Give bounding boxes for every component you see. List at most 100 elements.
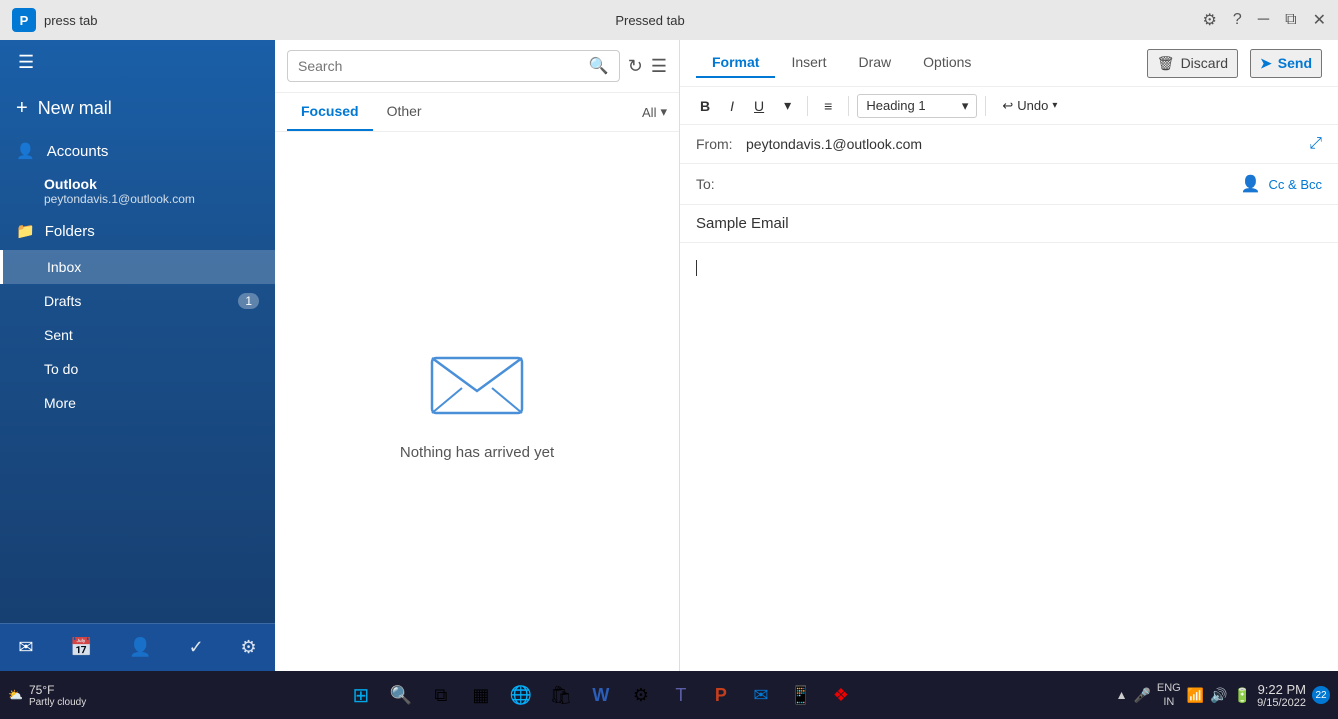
tab-insert[interactable]: Insert: [775, 48, 842, 78]
time-display: 9:22 PM: [1257, 682, 1306, 697]
store-button[interactable]: 🛍: [543, 677, 579, 713]
search-input[interactable]: [298, 58, 589, 74]
title-bar-left: P press tab: [12, 8, 97, 32]
nav-mail-icon[interactable]: ✉: [6, 629, 45, 666]
discard-button[interactable]: 🗑 Discard: [1147, 49, 1238, 78]
close-button[interactable]: ✕: [1313, 10, 1326, 30]
folder-sent[interactable]: Sent: [0, 318, 275, 352]
folder-inbox[interactable]: Inbox: [0, 250, 275, 284]
italic-button[interactable]: I: [722, 94, 742, 118]
nav-calendar-icon[interactable]: 📅: [58, 629, 104, 666]
taskbar-right: ▲ 🎤 ENG IN 📶 🔊 🔋 9:22 PM 9/15/2022 22: [1116, 681, 1330, 710]
taskbar-center: ⊞ 🔍 ⧉ ▦ 🌐 🛍 W ⚙ T P ✉: [343, 677, 859, 713]
title-bar-title: Pressed tab: [615, 13, 684, 28]
search-input-wrap[interactable]: 🔍: [287, 50, 620, 82]
widgets-button[interactable]: ▦: [463, 677, 499, 713]
folder-more[interactable]: More: [0, 386, 275, 420]
compose-panel: Format Insert Draw Options 🗑 Discard ➤ S…: [680, 40, 1338, 671]
widgets-icon: ▦: [472, 685, 489, 706]
undo-button[interactable]: ↩ Undo ▾: [994, 94, 1065, 118]
text-cursor: [696, 260, 697, 276]
to-label: To:: [696, 176, 726, 192]
powerpoint-button[interactable]: P: [703, 677, 739, 713]
text-color-chevron[interactable]: ▾: [776, 93, 799, 118]
folders-section[interactable]: 📁 Folders: [0, 212, 275, 250]
send-button[interactable]: ➤ Send: [1250, 49, 1322, 78]
word-button[interactable]: W: [583, 677, 619, 713]
phone-button[interactable]: 📱: [783, 677, 819, 713]
filter-icon[interactable]: ☰: [651, 56, 667, 77]
align-icon[interactable]: ≡: [816, 94, 840, 118]
tab-other[interactable]: Other: [373, 93, 436, 131]
nav-settings-icon[interactable]: ⚙: [228, 629, 268, 666]
outlook-button[interactable]: ✉: [743, 677, 779, 713]
compose-body-area[interactable]: [680, 243, 1338, 671]
volume-icon[interactable]: 🔊: [1210, 687, 1227, 704]
edge-button[interactable]: 🌐: [503, 677, 539, 713]
battery-icon[interactable]: 🔋: [1234, 687, 1251, 704]
clock-widget[interactable]: 9:22 PM 9/15/2022: [1257, 682, 1306, 709]
taskbar-search-button[interactable]: 🔍: [383, 677, 419, 713]
folder-icon: 📁: [16, 222, 35, 240]
tab-draw[interactable]: Draw: [842, 48, 907, 78]
start-button[interactable]: ⊞: [343, 677, 379, 713]
refresh-icon[interactable]: ↻: [628, 56, 643, 77]
teams-button[interactable]: T: [663, 677, 699, 713]
nav-people-icon[interactable]: 👤: [117, 629, 163, 666]
folders-label: Folders: [45, 223, 95, 240]
all-filter[interactable]: All ▾: [642, 104, 667, 120]
accounts-item[interactable]: 👤 Accounts: [0, 132, 275, 170]
tab-options[interactable]: Options: [907, 48, 987, 78]
app-logo: P: [12, 8, 36, 32]
expand-icon[interactable]: ⤢: [1309, 135, 1322, 153]
hamburger-menu[interactable]: ☰: [12, 48, 40, 77]
subject-value: Sample Email: [696, 215, 789, 232]
store-icon: 🛍: [549, 685, 572, 706]
wifi-icon[interactable]: 📶: [1187, 687, 1204, 704]
new-mail-label: New mail: [38, 98, 112, 119]
tab-format[interactable]: Format: [696, 48, 775, 78]
title-bar-controls: ⚙ ? ─ ⧉ ✕: [1203, 10, 1326, 30]
help-icon[interactable]: ?: [1233, 11, 1242, 29]
notification-badge[interactable]: 22: [1312, 686, 1330, 704]
nav-tasks-icon[interactable]: ✓: [177, 629, 216, 666]
phone-icon: 📱: [790, 685, 812, 706]
red-app-button[interactable]: ❖: [823, 677, 859, 713]
new-mail-button[interactable]: + New mail: [0, 85, 275, 132]
underline-button[interactable]: U: [746, 94, 772, 118]
weather-temp: 75°F: [29, 683, 86, 697]
folder-todo[interactable]: To do: [0, 352, 275, 386]
bold-button[interactable]: B: [692, 94, 718, 118]
inbox-empty-state: Nothing has arrived yet: [275, 132, 679, 671]
from-value: peytondavis.1@outlook.com: [746, 136, 1309, 152]
tab-focused[interactable]: Focused: [287, 93, 373, 131]
restore-button[interactable]: ⧉: [1285, 11, 1296, 29]
toolbar-separator-2: [848, 96, 849, 116]
outlook-icon: ✉: [753, 685, 768, 706]
mic-icon[interactable]: 🎤: [1133, 687, 1150, 704]
inbox-tabs: Focused Other: [287, 93, 436, 131]
task-view-button[interactable]: ⧉: [423, 677, 459, 713]
plus-icon: +: [16, 97, 28, 120]
accounts-label: Accounts: [47, 143, 109, 160]
chevron-up-icon[interactable]: ▲: [1116, 688, 1128, 702]
from-field: From: peytondavis.1@outlook.com ⤢: [680, 125, 1338, 164]
minimize-button[interactable]: ─: [1258, 11, 1269, 29]
search-bar: 🔍 ↻ ☰: [275, 40, 679, 93]
search-action-icons: ↻ ☰: [628, 56, 667, 77]
cc-bcc-button[interactable]: Cc & Bcc: [1269, 177, 1322, 192]
from-label: From:: [696, 136, 746, 152]
folder-drafts[interactable]: Drafts 1: [0, 284, 275, 318]
add-person-icon[interactable]: 👤: [1241, 174, 1261, 194]
heading-dropdown[interactable]: Heading 1 ▾: [857, 94, 977, 118]
empty-message: Nothing has arrived yet: [400, 444, 554, 461]
taskbar-gear-icon: ⚙: [633, 685, 649, 706]
weather-widget[interactable]: ⛅ 75°F Partly cloudy: [8, 683, 86, 708]
compose-body: From: peytondavis.1@outlook.com ⤢ To: 👤 …: [680, 125, 1338, 671]
sidebar: ☰ + New mail 👤 Accounts Outlook peytonda…: [0, 40, 275, 671]
red-app-icon: ❖: [833, 685, 849, 706]
to-input[interactable]: [726, 176, 1241, 192]
taskbar-settings-button[interactable]: ⚙: [623, 677, 659, 713]
settings-icon[interactable]: ⚙: [1203, 10, 1217, 30]
undo-chevron-down-icon: ▾: [1052, 100, 1057, 111]
